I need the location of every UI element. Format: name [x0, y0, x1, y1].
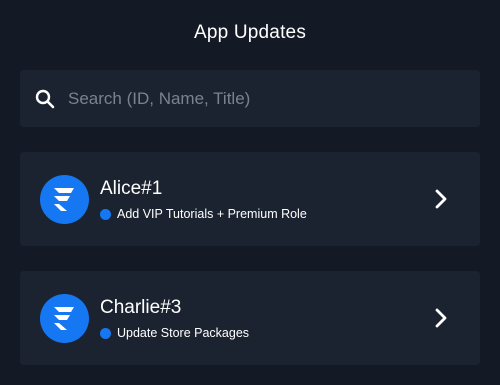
page-title: App Updates — [193, 22, 307, 43]
search-input[interactable] — [68, 70, 468, 127]
update-description: Add VIP Tutorials + Premium Role — [117, 207, 307, 221]
chevron-right-icon[interactable] — [430, 188, 452, 210]
update-description: Update Store Packages — [117, 326, 250, 340]
search-icon — [35, 89, 55, 109]
update-status: Update Store Packages — [100, 326, 249, 340]
status-dot-icon — [100, 327, 111, 339]
app-logo-icon — [40, 175, 89, 224]
app-logo-icon — [40, 294, 89, 343]
update-name: Charlie#3 — [100, 297, 182, 318]
update-status: Add VIP Tutorials + Premium Role — [100, 207, 307, 221]
status-dot-icon — [100, 208, 111, 220]
update-name: Alice#1 — [100, 178, 163, 199]
update-card-charlie[interactable]: Charlie#3 Update Store Packages — [20, 271, 480, 365]
chevron-right-icon[interactable] — [430, 307, 452, 329]
app-updates-panel: App Updates Alice#1 Add VIP Tutorials + … — [0, 0, 500, 385]
search-bar[interactable] — [20, 70, 480, 127]
update-card-alice[interactable]: Alice#1 Add VIP Tutorials + Premium Role — [20, 152, 480, 246]
